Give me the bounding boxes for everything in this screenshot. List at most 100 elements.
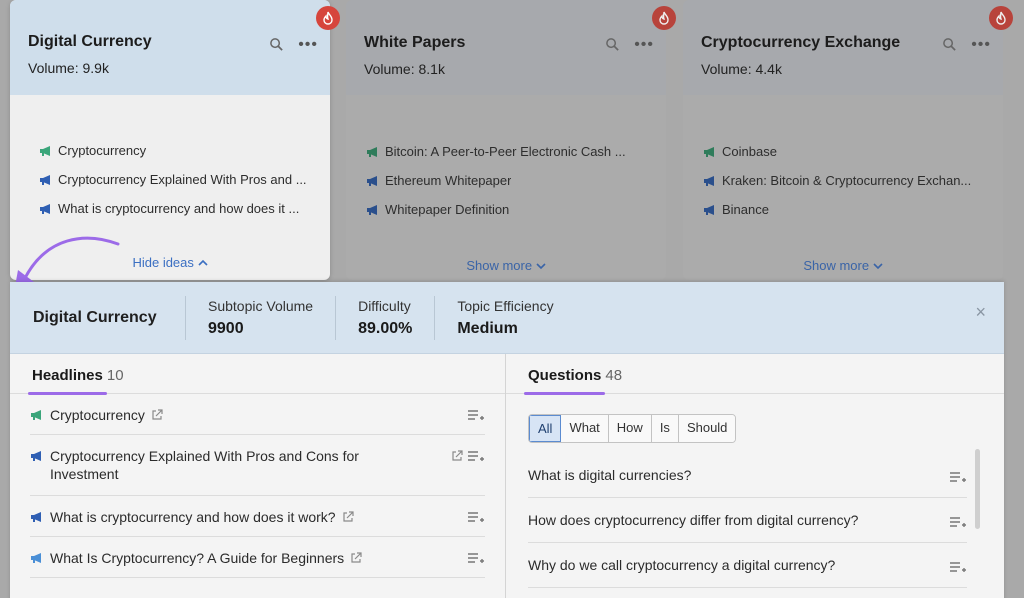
headline-text: What is cryptocurrency and how does it w… <box>50 508 354 526</box>
search-icon[interactable] <box>269 37 284 52</box>
external-link-icon[interactable] <box>451 450 463 462</box>
card-tools: ••• <box>269 36 318 52</box>
item-text: Binance <box>722 202 769 217</box>
megaphone-blue-icon <box>40 203 50 214</box>
filter-all-button[interactable]: All <box>529 415 562 442</box>
headlines-tab[interactable]: Headlines 10 <box>10 354 505 395</box>
megaphone-green-icon <box>31 410 41 420</box>
headlines-list: Cryptocurrency Cryptocurrency Explained … <box>10 394 505 578</box>
add-to-list-icon[interactable] <box>467 552 485 566</box>
panel-title: Digital Currency <box>33 308 157 326</box>
stat-value: Medium <box>457 319 518 337</box>
chevron-down-icon <box>536 263 546 270</box>
show-more-label: Show more <box>803 258 870 273</box>
card-ideas-list: Bitcoin: A Peer-to-Peer Electronic Cash … <box>346 95 666 224</box>
add-to-list-icon[interactable] <box>467 450 485 464</box>
card-volume: Volume: 4.4k <box>701 61 782 77</box>
item-text: Ethereum Whitepaper <box>385 173 512 188</box>
card-volume: Volume: 9.9k <box>28 60 109 76</box>
stat-label: Topic Efficiency <box>457 297 554 314</box>
chevron-down-icon <box>873 263 883 270</box>
add-to-list-icon[interactable] <box>467 409 485 423</box>
question-text: How does cryptocurrency differ from digi… <box>528 512 859 528</box>
headline-text: Cryptocurrency Explained With Pros and C… <box>50 448 359 482</box>
chevron-up-icon <box>197 259 208 266</box>
show-more-label: Show more <box>466 258 533 273</box>
headline-row[interactable]: Cryptocurrency <box>30 394 485 435</box>
filter-should-button[interactable]: Should <box>678 415 736 442</box>
question-text: Why do we call cryptocurrency a digital … <box>528 557 836 573</box>
external-link-icon[interactable] <box>350 552 362 564</box>
megaphone-green-icon <box>367 146 377 157</box>
list-item[interactable]: Cryptocurrency Explained With Pros and .… <box>39 165 316 194</box>
panel-header: Digital Currency Subtopic Volume 9900 Di… <box>10 282 1004 354</box>
questions-scrollbar[interactable] <box>975 449 980 529</box>
stat-value: 89.00% <box>358 319 413 337</box>
megaphone-lightblue-icon <box>31 553 41 563</box>
card-header: White Papers Volume: 8.1k ••• <box>346 0 666 95</box>
list-item[interactable]: What is cryptocurrency and how does it .… <box>39 194 316 223</box>
card-volume: Volume: 8.1k <box>364 61 445 77</box>
hide-ideas-label: Hide ideas <box>132 255 194 270</box>
filter-what-button[interactable]: What <box>561 415 609 442</box>
add-to-list-icon[interactable] <box>949 471 967 485</box>
more-options-icon[interactable]: ••• <box>298 36 318 52</box>
item-text: Whitepaper Definition <box>385 202 510 217</box>
add-to-list-icon[interactable] <box>949 516 967 530</box>
questions-tab[interactable]: Questions 48 <box>506 354 1004 395</box>
headline-row[interactable]: What Is Cryptocurrency? A Guide for Begi… <box>30 537 485 578</box>
megaphone-blue-icon <box>40 174 50 185</box>
question-filter-group: All What How Is Should <box>528 414 737 443</box>
more-options-icon[interactable]: ••• <box>634 36 654 52</box>
external-link-icon[interactable] <box>342 511 354 523</box>
headline-label: What is cryptocurrency and how does it w… <box>50 509 336 525</box>
list-item[interactable]: Bitcoin: A Peer-to-Peer Electronic Cash … <box>366 137 652 166</box>
add-to-list-icon[interactable] <box>467 511 485 525</box>
headline-row[interactable]: What is cryptocurrency and how does it w… <box>30 496 485 537</box>
add-to-list-icon[interactable] <box>949 561 967 575</box>
headlines-tab-label: Headlines <box>28 367 107 395</box>
filter-is-button[interactable]: Is <box>651 415 679 442</box>
headlines-section: Headlines 10 Cryptocurrency Cryptocurren… <box>10 354 506 598</box>
search-icon[interactable] <box>605 37 620 52</box>
stat-label: Difficulty <box>358 297 411 314</box>
headlines-count: 10 <box>106 367 124 384</box>
list-item[interactable]: Whitepaper Definition <box>366 195 652 224</box>
list-item[interactable]: Ethereum Whitepaper <box>366 166 652 195</box>
list-item[interactable]: Cryptocurrency <box>39 136 316 165</box>
question-text: What is digital currencies? <box>528 467 692 483</box>
search-icon[interactable] <box>942 37 957 52</box>
more-options-icon[interactable]: ••• <box>971 36 991 52</box>
headline-label: Cryptocurrency <box>50 407 145 423</box>
list-item[interactable]: Binance <box>703 195 989 224</box>
card-tools: ••• <box>942 36 991 52</box>
question-row[interactable]: How does cryptocurrency differ from digi… <box>528 498 967 543</box>
headline-label: What Is Cryptocurrency? A Guide for Begi… <box>50 550 345 566</box>
filter-how-button[interactable]: How <box>608 415 652 442</box>
list-item[interactable]: Kraken: Bitcoin & Cryptocurrency Exchan.… <box>703 166 989 195</box>
external-link-icon[interactable] <box>151 409 163 421</box>
card-header: Digital Currency Volume: 9.9k ••• <box>10 0 330 95</box>
stat-difficulty: Difficulty 89.00% <box>335 295 434 340</box>
close-icon[interactable]: × <box>975 302 986 323</box>
list-item[interactable]: Coinbase <box>703 137 989 166</box>
questions-count: 48 <box>605 367 623 384</box>
topic-card-cryptocurrency-exchange[interactable]: Cryptocurrency Exchange Volume: 4.4k •••… <box>683 0 1003 280</box>
item-text: Cryptocurrency Explained With Pros and .… <box>58 172 307 187</box>
trending-flame-icon <box>989 6 1013 30</box>
questions-section: Questions 48 All What How Is Should What… <box>506 354 1004 598</box>
question-row[interactable]: What is digital currencies? <box>528 453 967 498</box>
headline-text: What Is Cryptocurrency? A Guide for Begi… <box>50 549 362 567</box>
show-more-link[interactable]: Show more <box>346 258 666 273</box>
topic-card-white-papers[interactable]: White Papers Volume: 8.1k ••• Bitcoin: A… <box>346 0 666 280</box>
show-more-link[interactable]: Show more <box>683 258 1003 273</box>
megaphone-blue-icon <box>367 175 377 186</box>
headline-row[interactable]: Cryptocurrency Explained With Pros and C… <box>30 435 485 496</box>
topic-detail-panel: Digital Currency Subtopic Volume 9900 Di… <box>10 282 1004 598</box>
question-row[interactable]: Why do we call cryptocurrency a digital … <box>528 543 967 588</box>
stat-label: Subtopic Volume <box>208 297 314 314</box>
card-header: Cryptocurrency Exchange Volume: 4.4k ••• <box>683 0 1003 95</box>
item-text: Kraken: Bitcoin & Cryptocurrency Exchan.… <box>722 173 972 188</box>
megaphone-blue-icon <box>704 175 714 186</box>
headline-text: Cryptocurrency <box>50 406 163 424</box>
